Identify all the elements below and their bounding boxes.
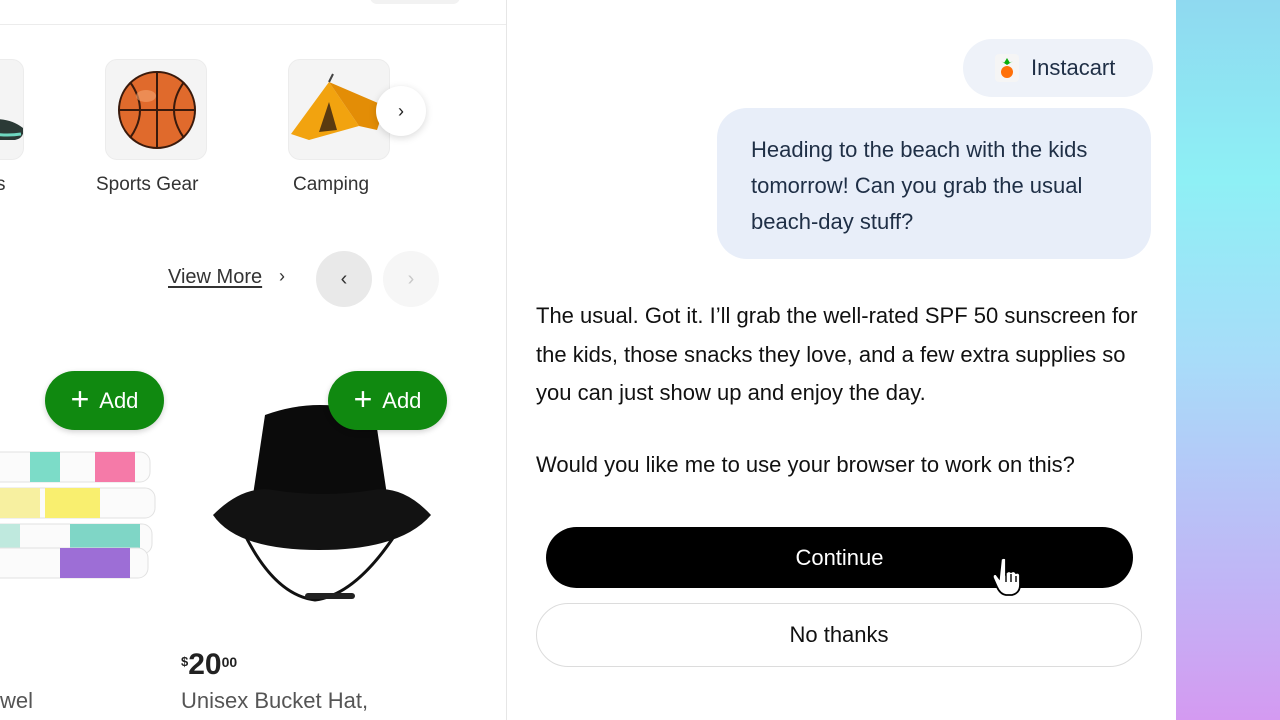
category-label-camping: Camping xyxy=(293,174,370,195)
assistant-message: The usual. Got it. I’ll grab the well-ra… xyxy=(536,303,1138,405)
add-button[interactable]: + Add xyxy=(328,371,447,430)
continue-button[interactable]: Continue xyxy=(546,527,1133,588)
price-cents: 00 xyxy=(221,654,238,670)
category-tile-shoes[interactable] xyxy=(0,59,24,160)
view-more-link[interactable]: View More xyxy=(168,266,262,289)
product-price: $2000 xyxy=(181,648,237,682)
sneaker-icon xyxy=(0,119,23,140)
chevron-right-icon: › xyxy=(279,266,285,286)
plus-icon: + xyxy=(70,381,90,417)
tent-icon xyxy=(291,73,385,140)
product-name[interactable]: wel xyxy=(0,688,33,714)
categories-next-button[interactable]: › xyxy=(376,86,426,136)
carousel-next-button[interactable]: › xyxy=(383,251,439,307)
source-chip[interactable]: Instacart xyxy=(963,39,1153,97)
add-button[interactable]: + Add xyxy=(45,371,164,430)
hand-cursor-icon xyxy=(992,557,1021,596)
carousel-prev-button[interactable]: ‹ xyxy=(316,251,372,307)
shop-panel: s Sports Gear Camping › View More › ‹ › xyxy=(0,0,507,720)
assistant-question: Would you like me to use your browser to… xyxy=(536,452,1075,477)
background-gradient xyxy=(1176,0,1280,720)
chat-panel: Instacart Heading to the beach with the … xyxy=(507,0,1176,720)
instacart-carrot-icon xyxy=(995,54,1019,82)
category-label-shoes: s xyxy=(0,174,6,196)
source-label: Instacart xyxy=(1031,55,1116,80)
chevron-right-icon: › xyxy=(398,100,404,121)
user-message: Heading to the beach with the kids tomor… xyxy=(717,108,1151,259)
add-label: Add xyxy=(382,387,422,413)
top-chip xyxy=(370,0,460,4)
price-currency: $ xyxy=(181,654,189,669)
category-tile-sports-gear[interactable] xyxy=(105,59,207,160)
no-thanks-button[interactable]: No thanks xyxy=(536,603,1142,667)
category-label-sports-gear: Sports Gear xyxy=(96,174,199,195)
chevron-right-icon: › xyxy=(407,267,415,290)
top-divider xyxy=(0,24,506,25)
chevron-left-icon: ‹ xyxy=(340,267,348,290)
product-name[interactable]: Unisex Bucket Hat, xyxy=(181,688,368,714)
category-tile-camping[interactable] xyxy=(288,59,390,160)
product-image-towels xyxy=(0,451,156,579)
add-label: Add xyxy=(99,387,139,413)
price-whole: 20 xyxy=(188,648,222,681)
basketball-icon xyxy=(118,71,196,149)
plus-icon: + xyxy=(353,381,373,417)
